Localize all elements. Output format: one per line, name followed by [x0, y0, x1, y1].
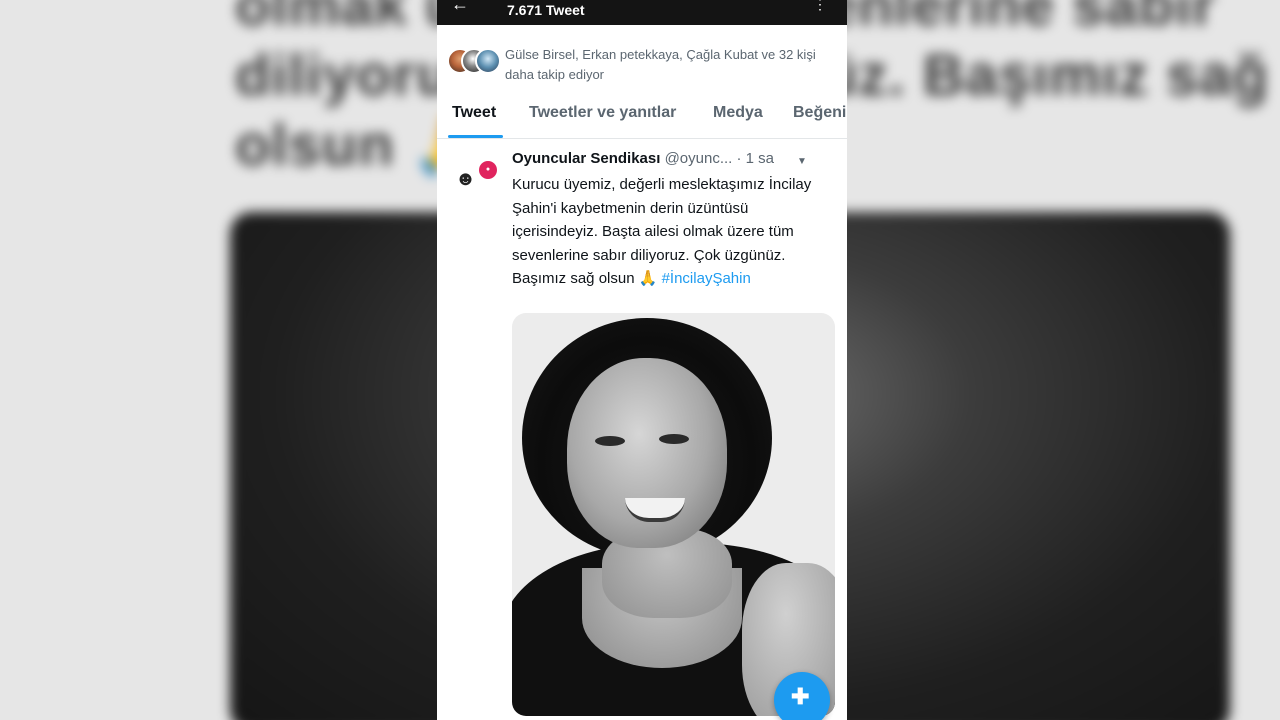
more-vertical-icon[interactable]: ⋮	[813, 0, 827, 13]
arrow-left-icon[interactable]: ←	[451, 0, 469, 14]
profile-tabs: Tweet Tweetler ve yanıtlar Medya Beğeni	[437, 95, 847, 139]
tab-likes[interactable]: Beğeni	[793, 104, 846, 122]
photo-eye	[659, 434, 689, 444]
follower-avatars	[447, 48, 501, 74]
tweet-text: Kurucu üyemiz, değerli meslektaşımız İnc…	[512, 173, 812, 291]
tab-tweet[interactable]: Tweet	[452, 104, 496, 122]
photo-face	[567, 358, 727, 548]
tweet-time[interactable]: 1 sa	[746, 150, 774, 167]
followers-text: Gülse Birsel, Erkan petekkaya, Çağla Kub…	[505, 47, 816, 82]
chevron-down-icon[interactable]: ▼	[797, 156, 807, 167]
tab-media[interactable]: Medya	[713, 104, 763, 122]
tab-tweets-and-replies[interactable]: Tweetler ve yanıtlar	[529, 104, 676, 122]
followers-you-know[interactable]: Gülse Birsel, Erkan petekkaya, Çağla Kub…	[447, 45, 847, 85]
tweet[interactable]: ☻ ● Oyuncular Sendikası @oyunc... · 1 sa…	[437, 140, 847, 720]
hashtag-link[interactable]: #İncilayŞahin	[662, 270, 751, 287]
tweet-separator: ·	[736, 150, 742, 167]
union-logo-icon: ☻	[455, 168, 477, 190]
compose-tweet-icon: ✚	[791, 684, 810, 709]
photo-smile	[625, 498, 685, 522]
avatar	[475, 48, 501, 74]
profile-header-bar: ← 7.671 Tweet ⋮	[437, 0, 847, 25]
tweet-header: Oyuncular Sendikası @oyunc... · 1 sa	[512, 150, 842, 167]
compose-tweet-button[interactable]: ✚	[774, 672, 830, 720]
phone-screen: ← 7.671 Tweet ⋮ Gülse Birsel, Erkan pete…	[437, 0, 847, 720]
author-handle[interactable]: @oyunc...	[665, 150, 733, 167]
photo-eye	[595, 436, 625, 446]
active-tab-indicator	[448, 135, 503, 138]
tweet-photo[interactable]	[512, 313, 835, 716]
badge-icon: ●	[479, 161, 497, 179]
tweet-count: 7.671 Tweet	[507, 2, 585, 18]
author-name[interactable]: Oyuncular Sendikası	[512, 150, 660, 167]
